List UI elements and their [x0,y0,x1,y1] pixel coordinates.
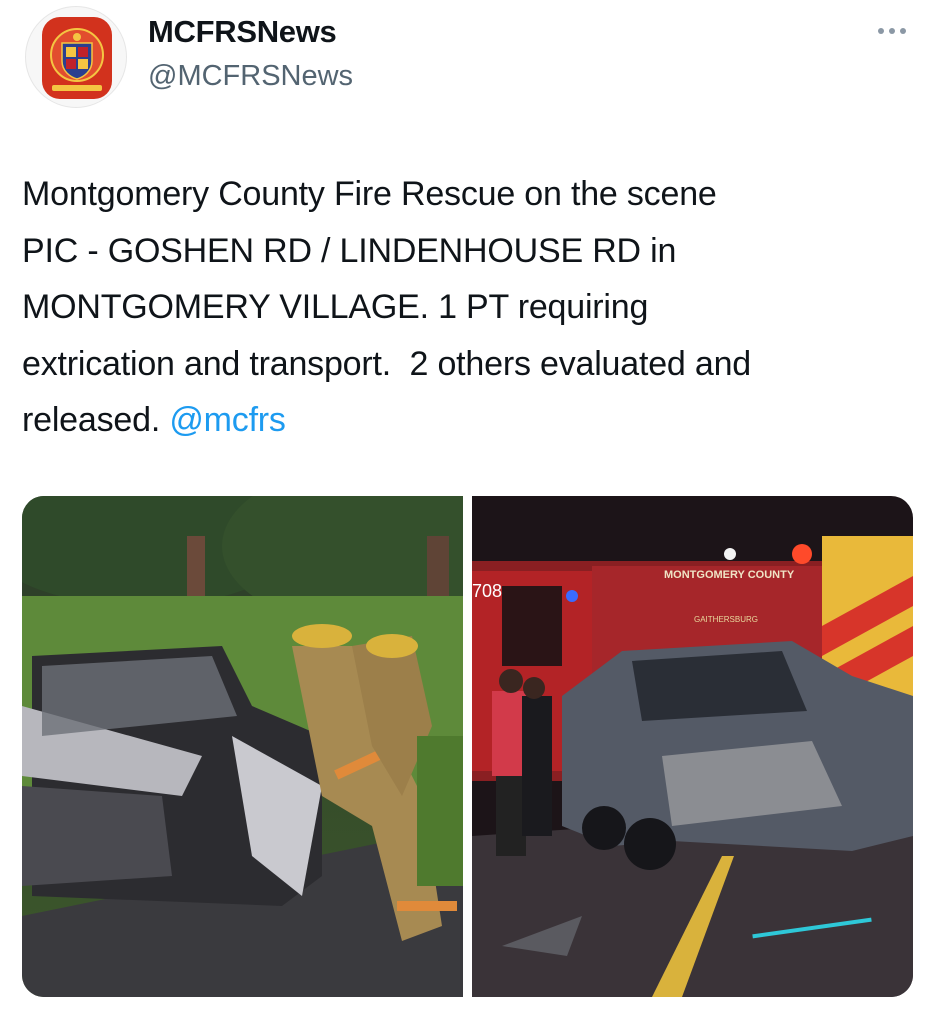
truck-label: MONTGOMERY COUNTY [664,569,795,581]
mention-link[interactable]: @mcfrs [169,401,286,439]
firefighters-extrication-photo[interactable] [22,496,463,997]
crash-scene-with-engine-photo[interactable]: 708 MONTGOMERY COUNTY GAITHERSBURG [472,496,913,997]
tweet-body: Montgomery County Fire Rescue on the sce… [22,175,752,439]
display-name[interactable]: MCFRSNews [148,14,337,50]
truck-sublabel: GAITHERSBURG [694,615,758,624]
tweet-text: Montgomery County Fire Rescue on the sce… [22,166,922,449]
more-horizontal-icon[interactable] [872,22,912,42]
avatar[interactable] [25,6,127,108]
user-handle[interactable]: @MCFRSNews [148,60,353,93]
truck-number: 708 [472,581,502,601]
county-seal-logo [42,17,112,99]
